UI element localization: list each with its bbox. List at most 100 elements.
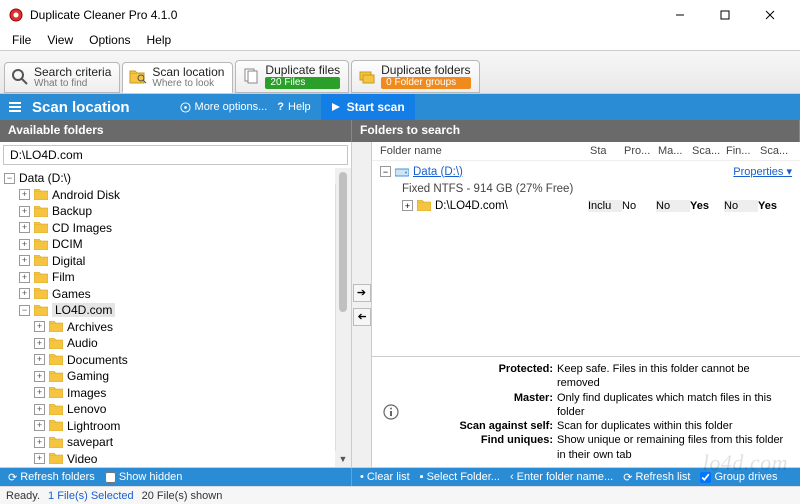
entry-path: D:\LO4D.com\ [435, 200, 588, 212]
cell-fin: No [724, 200, 758, 212]
status-selected: 1 File(s) Selected [48, 490, 134, 502]
pane-headers: Available folders Folders to search [0, 120, 800, 142]
menu-view[interactable]: View [39, 31, 81, 49]
search-table-header: Folder name Sta Pro... Ma... Sca... Fin.… [372, 142, 800, 161]
path-input[interactable] [3, 145, 348, 165]
info-val: Scan for duplicates within this folder [557, 419, 792, 433]
info-val: Only find duplicates which match files i… [557, 391, 792, 420]
tree-item[interactable]: +DCIM [0, 236, 333, 253]
add-folder-button[interactable]: ➔ [353, 284, 371, 302]
drive-info: Fixed NTFS - 914 GB (27% Free) [380, 180, 792, 197]
menu-options[interactable]: Options [81, 31, 138, 49]
tree-item[interactable]: +Games [0, 286, 333, 303]
info-key: Master: [402, 391, 557, 420]
tree-item[interactable]: +Gaming [0, 368, 333, 385]
tree-item[interactable]: +Digital [0, 253, 333, 270]
tab-sub: What to find [34, 79, 111, 90]
col-sta[interactable]: Sta [590, 145, 624, 157]
start-scan-label: Start scan [347, 100, 405, 114]
col-folder-name[interactable]: Folder name [380, 145, 590, 157]
tree-item[interactable]: +Lightroom [0, 418, 333, 435]
tab-duplicate-files[interactable]: Duplicate files20 Files [235, 60, 349, 93]
tab-label: Duplicate folders [381, 64, 470, 77]
tab-label: Duplicate files [265, 64, 340, 77]
remove-folder-button[interactable]: ➔ [353, 308, 371, 326]
play-icon [331, 102, 341, 112]
tab-label: Scan location [152, 66, 224, 79]
main-tabs: Search criteriaWhat to find Scan locatio… [0, 50, 800, 94]
tree-item[interactable]: +Film [0, 269, 333, 286]
drive-row[interactable]: − Data (D:\) Properties ▾ [380, 163, 792, 180]
tab-duplicate-folders[interactable]: Duplicate folders0 Folder groups [351, 60, 479, 93]
folder-search-icon [129, 68, 147, 86]
info-key: Find uniques: [402, 433, 557, 462]
tree-item[interactable]: +Video [0, 451, 333, 468]
right-pane-title: Folders to search [352, 120, 800, 142]
menu-file[interactable]: File [4, 31, 39, 49]
page-heading: Scan location [32, 99, 130, 116]
search-entry-row[interactable]: + D:\LO4D.com\ Inclu No No Yes No Yes [380, 197, 792, 214]
content-area: −Data (D:\) +Android Disk +Backup +CD Im… [0, 142, 800, 468]
app-icon [8, 7, 24, 23]
col-pro[interactable]: Pro... [624, 145, 658, 157]
scrollbar[interactable]: ▲ ▼ [335, 168, 351, 467]
clear-list-button[interactable]: •Clear list [360, 471, 410, 483]
properties-link[interactable]: Properties ▾ [733, 165, 792, 178]
group-drives-checkbox[interactable]: Group drives [700, 471, 777, 483]
close-button[interactable] [747, 1, 792, 29]
col-sca[interactable]: Sca... [692, 145, 726, 157]
tab-search-criteria[interactable]: Search criteriaWhat to find [4, 62, 120, 93]
search-folder-list: − Data (D:\) Properties ▾ Fixed NTFS - 9… [372, 161, 800, 216]
help-button[interactable]: ? Help [277, 101, 310, 113]
minimize-button[interactable] [657, 1, 702, 29]
maximize-button[interactable] [702, 1, 747, 29]
info-key: Protected: [402, 362, 557, 391]
footer-toolbar: ⟳Refresh folders Show hidden •Clear list… [0, 468, 800, 486]
info-val: Show unique or remaining files from this… [557, 433, 792, 462]
start-scan-button[interactable]: Start scan [321, 94, 415, 120]
files-icon [242, 67, 260, 85]
tree-root[interactable]: −Data (D:\) [0, 170, 333, 187]
col-sca2[interactable]: Sca... [760, 145, 794, 157]
refresh-icon: ⟳ [623, 471, 632, 484]
scroll-down-icon[interactable]: ▼ [335, 451, 351, 467]
col-ma[interactable]: Ma... [658, 145, 692, 157]
drive-label[interactable]: Data (D:\) [413, 166, 463, 178]
tree-item[interactable]: +Android Disk [0, 187, 333, 204]
show-hidden-checkbox[interactable]: Show hidden [105, 471, 183, 483]
tree-item[interactable]: +Lenovo [0, 401, 333, 418]
cell-pro: No [622, 200, 656, 212]
window-title: Duplicate Cleaner Pro 4.1.0 [30, 8, 657, 22]
tree-item[interactable]: +Backup [0, 203, 333, 220]
info-val: Keep safe. Files in this folder cannot b… [557, 362, 792, 391]
tree-item[interactable]: +Audio [0, 335, 333, 352]
enter-folder-button[interactable]: ‹Enter folder name... [510, 471, 613, 483]
tree-item[interactable]: +Images [0, 385, 333, 402]
cell-sta: Inclu [588, 200, 622, 212]
action-bar: Scan location More options... ? Help Sta… [0, 94, 800, 120]
tree-item[interactable]: +Documents [0, 352, 333, 369]
folder-tree[interactable]: −Data (D:\) +Android Disk +Backup +CD Im… [0, 168, 351, 467]
more-options-label: More options... [195, 101, 268, 113]
tree-item[interactable]: +savepart [0, 434, 333, 451]
info-icon [380, 362, 402, 462]
menu-help[interactable]: Help [139, 31, 180, 49]
tree-item[interactable]: +Archives [0, 319, 333, 336]
refresh-icon: ⟳ [8, 471, 17, 484]
col-fin[interactable]: Fin... [726, 145, 760, 157]
refresh-list-button[interactable]: ⟳Refresh list [623, 471, 690, 484]
tree-item-selected[interactable]: −LO4D.com [0, 302, 333, 319]
tab-badge: 0 Folder groups [381, 77, 470, 90]
more-options-button[interactable]: More options... [180, 101, 268, 113]
tab-scan-location[interactable]: Scan locationWhere to look [122, 62, 233, 93]
list-icon [8, 100, 22, 114]
titlebar: Duplicate Cleaner Pro 4.1.0 [0, 0, 800, 30]
refresh-folders-button[interactable]: ⟳Refresh folders [8, 471, 95, 484]
search-icon [11, 68, 29, 86]
scroll-thumb[interactable] [339, 172, 347, 312]
tab-sub: Where to look [152, 79, 224, 90]
select-folder-button[interactable]: ▪Select Folder... [420, 471, 500, 483]
help-icon: ? [277, 101, 284, 113]
tree-item[interactable]: +CD Images [0, 220, 333, 237]
cell-sca2: Yes [758, 200, 792, 212]
